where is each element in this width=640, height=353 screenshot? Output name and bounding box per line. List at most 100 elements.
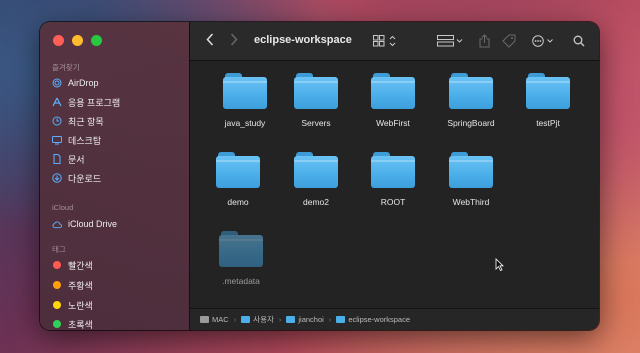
search-button[interactable]	[573, 33, 585, 49]
window-title: eclipse-workspace	[254, 34, 352, 46]
search-icon	[573, 35, 585, 47]
path-bar: MAC › 사용자 › jianchoi › eclipse-workspace	[190, 308, 599, 330]
path-crumb-label: MAC	[212, 315, 229, 324]
icloud-icon	[52, 219, 62, 229]
toolbar: eclipse-workspace	[190, 22, 599, 61]
sidebar-item-label: 빨간색	[68, 260, 93, 271]
sidebar-section-favorites: 즐겨찾기	[52, 63, 80, 72]
folder-icon	[526, 73, 570, 109]
sidebar-item-label: AirDrop	[68, 78, 99, 88]
sidebar-item-icloud-drive[interactable]: iCloud Drive	[52, 217, 117, 231]
sidebar-tag-orange[interactable]: 주황색	[52, 278, 93, 292]
tag-color-dot	[53, 320, 61, 328]
mouse-pointer-icon	[495, 258, 504, 276]
sidebar-item-label: 노란색	[68, 300, 93, 311]
folder-icon	[449, 73, 493, 109]
folder-name: java_study	[224, 118, 266, 128]
folder-icon	[371, 152, 415, 188]
folder-name: Servers	[301, 118, 331, 128]
minimize-window-button[interactable]	[72, 35, 83, 46]
folder-icon	[371, 73, 415, 109]
sidebar: 즐겨찾기 AirDrop 응용 프로그램 최근 항목 데스크탑 문서 다운로드 …	[40, 22, 190, 330]
path-separator: ›	[233, 315, 237, 324]
folder-name: ROOT	[380, 197, 406, 207]
path-crumb-label: eclipse-workspace	[348, 315, 411, 324]
sidebar-item-label: 초록색	[68, 319, 93, 330]
sidebar-section-icloud: iCloud	[52, 203, 74, 212]
folder-name: testPjt	[536, 118, 560, 128]
group-button[interactable]	[437, 33, 463, 49]
path-separator: ›	[328, 315, 332, 324]
folder-name: .metadata	[222, 276, 260, 286]
sidebar-item-downloads[interactable]: 다운로드	[52, 171, 101, 185]
sidebar-item-label: 최근 항목	[68, 116, 104, 127]
airdrop-icon	[52, 78, 62, 88]
folder-item[interactable]: demo	[200, 152, 276, 207]
path-crumb[interactable]: MAC	[200, 315, 229, 324]
folder-icon	[216, 152, 260, 188]
folder-name: WebThird	[452, 197, 490, 207]
sidebar-item-applications[interactable]: 응용 프로그램	[52, 95, 120, 109]
folder-icon	[286, 316, 296, 323]
file-grid: java_study Servers WebFirst SpringBoard …	[190, 61, 599, 308]
folder-item[interactable]: WebThird	[433, 152, 509, 207]
share-button[interactable]	[479, 33, 490, 49]
sidebar-item-label: iCloud Drive	[68, 219, 118, 229]
tag-color-dot	[53, 281, 61, 289]
hard-drive-icon	[200, 316, 209, 323]
recents-icon	[52, 116, 62, 126]
folder-name: WebFirst	[376, 118, 410, 128]
sidebar-item-label: 문서	[68, 154, 85, 165]
folder-item[interactable]: Servers	[278, 73, 354, 128]
tag-button[interactable]	[502, 33, 516, 49]
back-icon	[206, 33, 214, 46]
sidebar-item-documents[interactable]: 문서	[52, 152, 85, 166]
folder-item-hidden[interactable]: .metadata	[203, 231, 279, 286]
folder-icon	[219, 231, 263, 267]
window-controls	[53, 35, 102, 46]
desktop-icon	[52, 135, 62, 145]
sidebar-tag-yellow[interactable]: 노란색	[52, 298, 93, 312]
folder-icon	[336, 316, 346, 323]
close-window-button[interactable]	[53, 35, 64, 46]
path-crumb[interactable]: 사용자	[241, 314, 274, 325]
sidebar-tag-green[interactable]: 초록색	[52, 317, 93, 330]
tag-icon	[502, 34, 516, 48]
sidebar-item-airdrop[interactable]: AirDrop	[52, 76, 99, 90]
sidebar-item-desktop[interactable]: 데스크탑	[52, 133, 101, 147]
zoom-window-button[interactable]	[91, 35, 102, 46]
sidebar-tag-red[interactable]: 빨간색	[52, 258, 93, 272]
folder-name: demo	[227, 197, 249, 207]
sidebar-item-recents[interactable]: 최근 항목	[52, 114, 104, 128]
folder-item[interactable]: demo2	[278, 152, 354, 207]
more-actions-button[interactable]	[532, 33, 556, 49]
view-mode-button[interactable]	[373, 33, 397, 49]
sidebar-item-label: 응용 프로그램	[68, 97, 121, 108]
more-icon	[532, 35, 553, 47]
back-button[interactable]	[206, 33, 214, 48]
document-icon	[52, 154, 62, 164]
path-crumb[interactable]: jianchoi	[286, 315, 324, 324]
download-icon	[52, 173, 62, 183]
folder-icon	[294, 152, 338, 188]
folder-name: SpringBoard	[447, 118, 495, 128]
tag-color-dot	[53, 301, 61, 309]
applications-icon	[52, 97, 62, 107]
share-icon	[479, 34, 490, 48]
folder-item[interactable]: java_study	[207, 73, 283, 128]
group-icon	[437, 35, 463, 47]
path-crumb-label: 사용자	[253, 315, 274, 324]
folder-icon	[241, 316, 251, 323]
folder-icon	[449, 152, 493, 188]
folder-item[interactable]: WebFirst	[355, 73, 431, 128]
path-separator: ›	[278, 315, 282, 324]
folder-icon	[294, 73, 338, 109]
folder-item[interactable]: testPjt	[510, 73, 586, 128]
view-grid-icon	[373, 35, 396, 47]
sidebar-section-tags: 태그	[52, 245, 66, 254]
folder-item[interactable]: ROOT	[355, 152, 431, 207]
forward-button[interactable]	[230, 33, 238, 48]
path-crumb[interactable]: eclipse-workspace	[336, 315, 410, 324]
folder-item[interactable]: SpringBoard	[433, 73, 509, 128]
sidebar-item-label: 다운로드	[68, 173, 102, 184]
